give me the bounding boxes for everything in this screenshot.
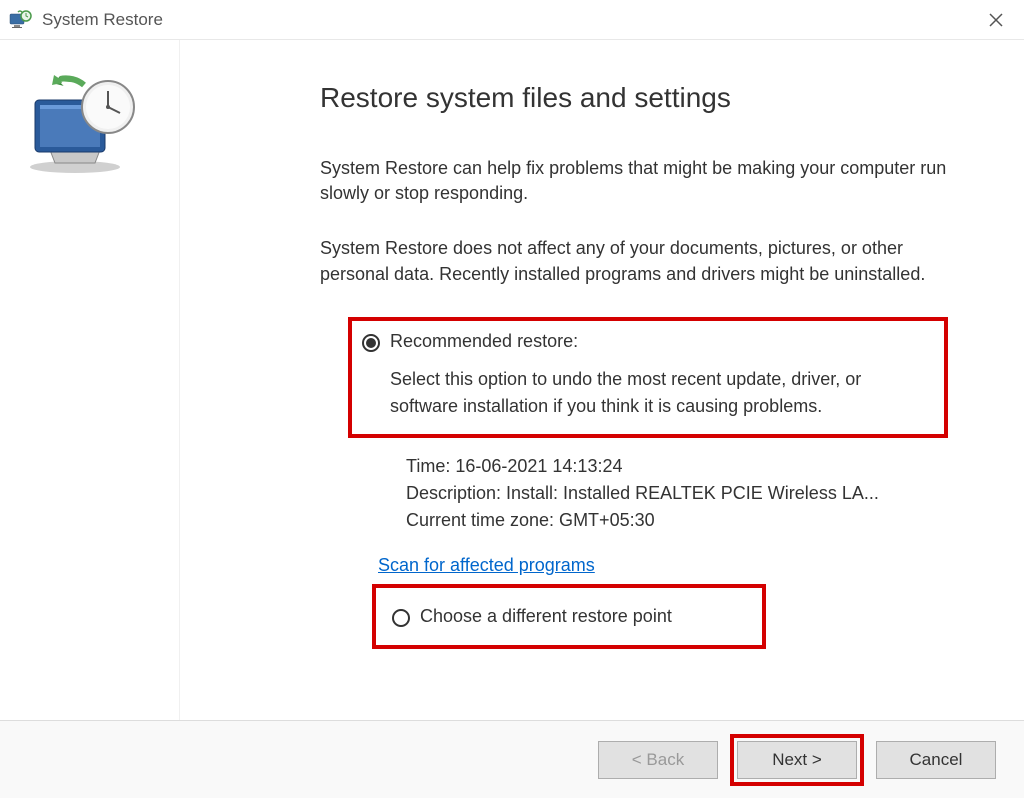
cancel-button[interactable]: Cancel <box>876 741 996 779</box>
restore-big-icon <box>20 75 140 175</box>
content-area: Restore system files and settings System… <box>0 40 1024 720</box>
close-icon <box>989 13 1003 27</box>
restore-timezone: Current time zone: GMT+05:30 <box>406 510 964 531</box>
different-restore-option[interactable]: Choose a different restore point <box>392 606 746 627</box>
different-restore-label: Choose a different restore point <box>420 606 672 627</box>
window-title: System Restore <box>42 10 976 30</box>
options-block: Recommended restore: Select this option … <box>348 317 964 649</box>
button-footer: < Back Next > Cancel <box>0 720 1024 798</box>
close-button[interactable] <box>976 0 1016 40</box>
restore-time: Time: 16-06-2021 14:13:24 <box>406 456 964 477</box>
next-button[interactable]: Next > <box>737 741 857 779</box>
back-button: < Back <box>598 741 718 779</box>
recommended-highlight: Recommended restore: Select this option … <box>348 317 948 438</box>
system-restore-window: System Restore <box>0 0 1024 798</box>
page-heading: Restore system files and settings <box>320 82 964 114</box>
left-pane <box>0 40 180 720</box>
titlebar: System Restore <box>0 0 1024 40</box>
recommended-description: Select this option to undo the most rece… <box>390 366 934 420</box>
recommended-label: Recommended restore: <box>390 331 578 352</box>
restore-details: Time: 16-06-2021 14:13:24 Description: I… <box>406 456 964 531</box>
next-button-highlight: Next > <box>730 734 864 786</box>
different-restore-highlight: Choose a different restore point <box>372 584 766 649</box>
scan-affected-link[interactable]: Scan for affected programs <box>378 555 595 576</box>
intro-paragraph-2: System Restore does not affect any of yo… <box>320 236 964 286</box>
restore-description: Description: Install: Installed REALTEK … <box>406 483 964 504</box>
radio-selected-icon <box>362 334 380 352</box>
radio-unselected-icon <box>392 609 410 627</box>
intro-paragraph-1: System Restore can help fix problems tha… <box>320 156 964 206</box>
recommended-restore-option[interactable]: Recommended restore: <box>362 331 934 352</box>
system-restore-icon <box>8 8 32 32</box>
right-pane: Restore system files and settings System… <box>180 40 1024 720</box>
